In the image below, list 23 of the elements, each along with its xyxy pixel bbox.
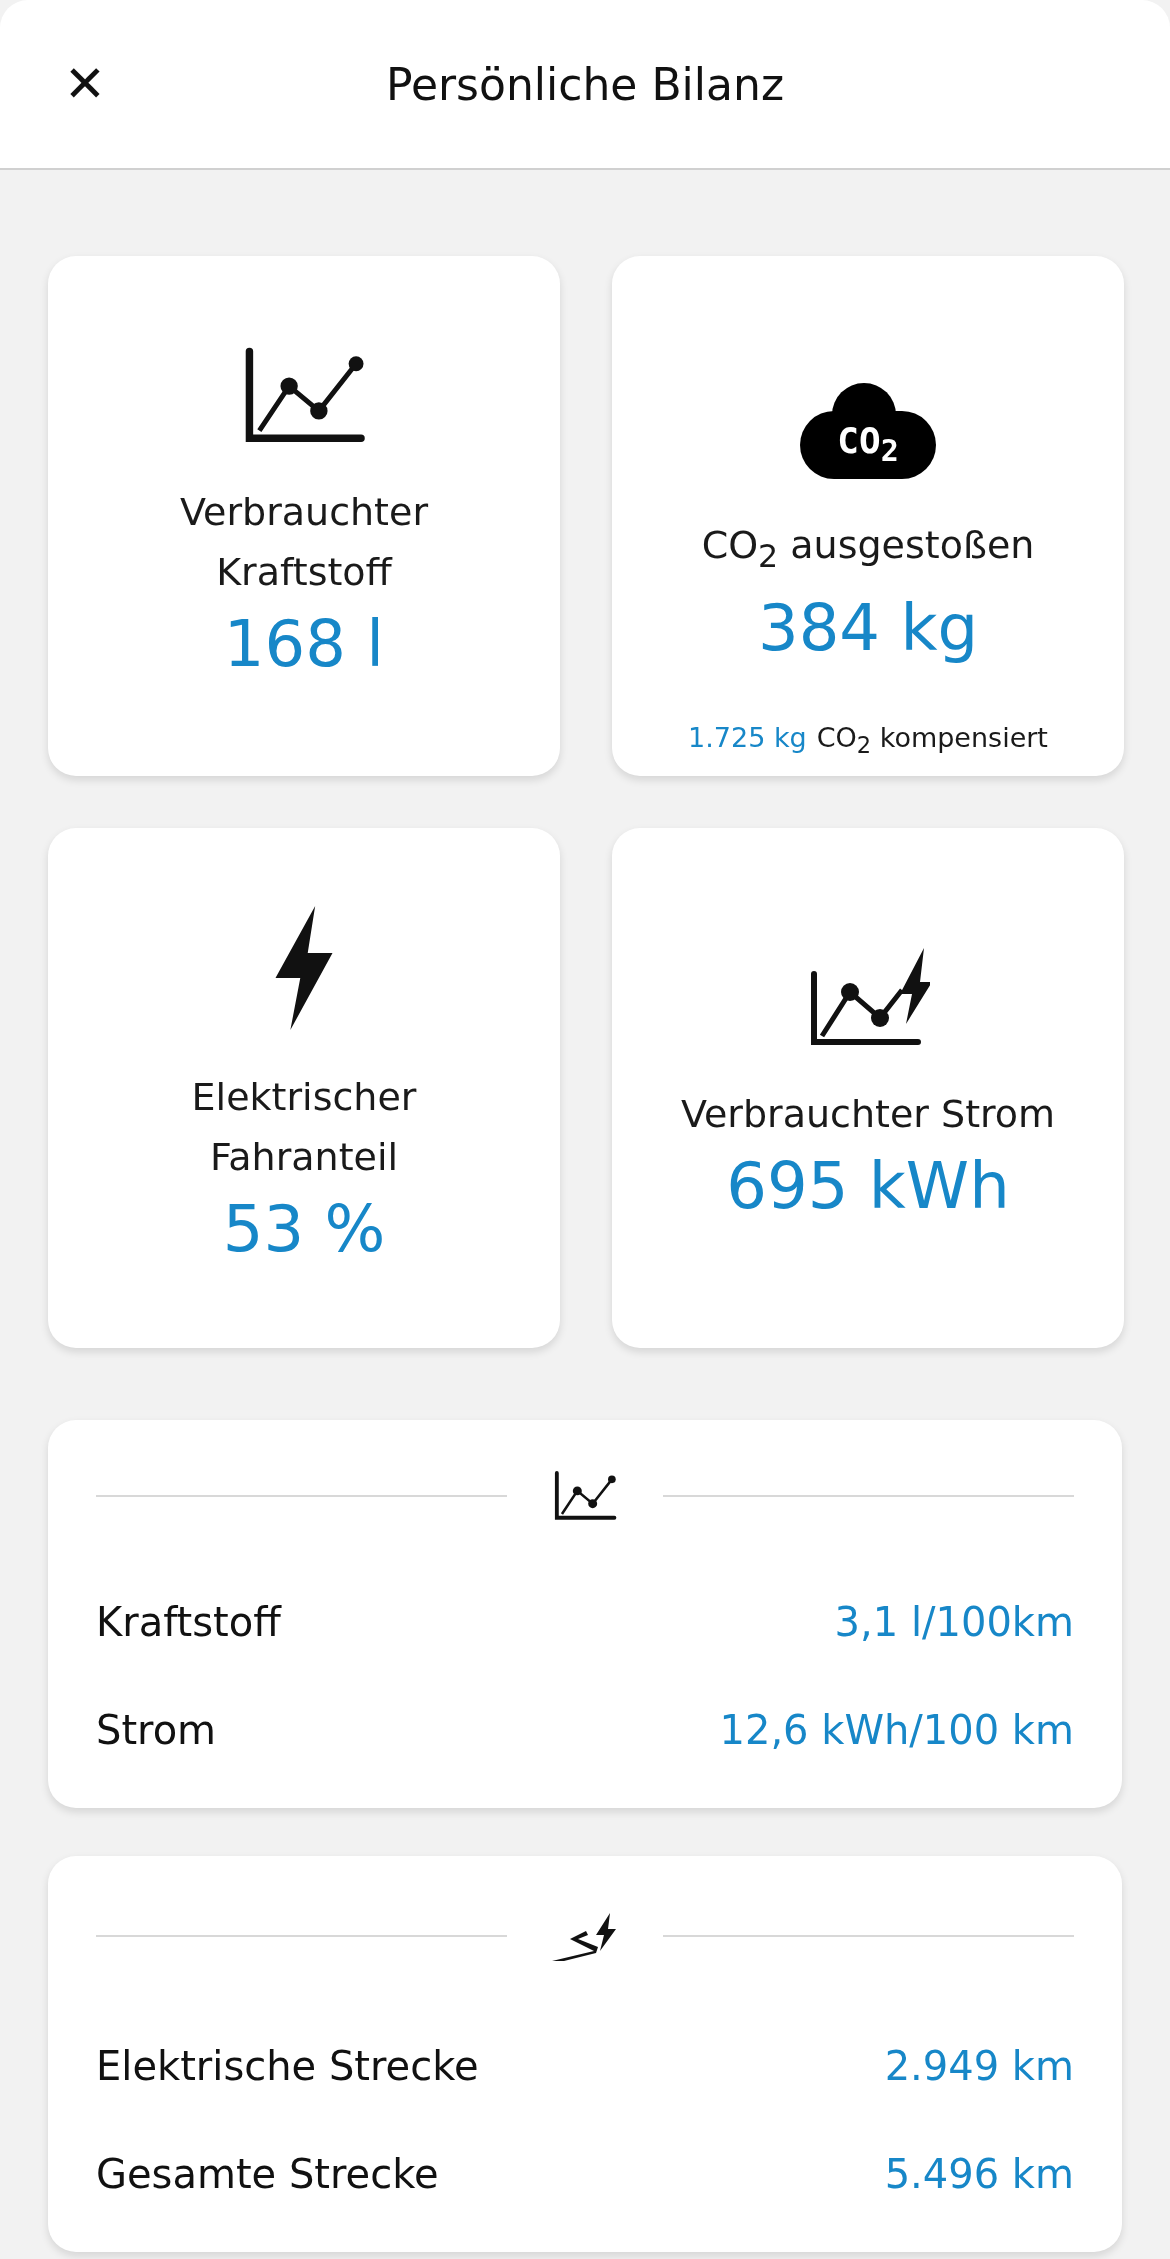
window-title: Persönliche Bilanz xyxy=(386,58,784,110)
stat-value: 53 % xyxy=(222,1191,386,1268)
row-value: 12,6 kWh/100 km xyxy=(719,1707,1074,1753)
row-label: Strom xyxy=(96,1707,217,1753)
cloud-label: CO$_{2}$ xyxy=(837,418,899,470)
compensated-value: 1.725 kg xyxy=(688,721,807,755)
chart-icon xyxy=(553,1470,617,1522)
stat-label: CO$_{2}$ ausgestoßen xyxy=(701,522,1035,576)
stat-label: Verbrauchter Kraftstoff xyxy=(179,489,428,596)
compensated-label: CO$_{2}$ kompensiert xyxy=(816,721,1048,758)
row-label: Gesamte Strecke xyxy=(96,2151,439,2197)
row-value: 3,1 l/100km xyxy=(834,1599,1074,1645)
row-label: Kraftstoff xyxy=(96,1599,281,1645)
stat-value: 168 l xyxy=(223,606,385,683)
row-value: 2.949 km xyxy=(884,2043,1074,2089)
stat-label: Verbrauchter Strom xyxy=(680,1091,1056,1138)
stat-value: 384 kg xyxy=(757,589,979,667)
row-label: Elektrische Strecke xyxy=(96,2043,479,2089)
lightning-bolt-icon xyxy=(273,905,335,1031)
row-value: 5.496 km xyxy=(884,2151,1074,2197)
close-button[interactable]: ✕ xyxy=(56,55,114,113)
stat-label: Elektrischer Fahranteil xyxy=(191,1074,417,1181)
stat-value: 695 kWh xyxy=(726,1148,1010,1225)
